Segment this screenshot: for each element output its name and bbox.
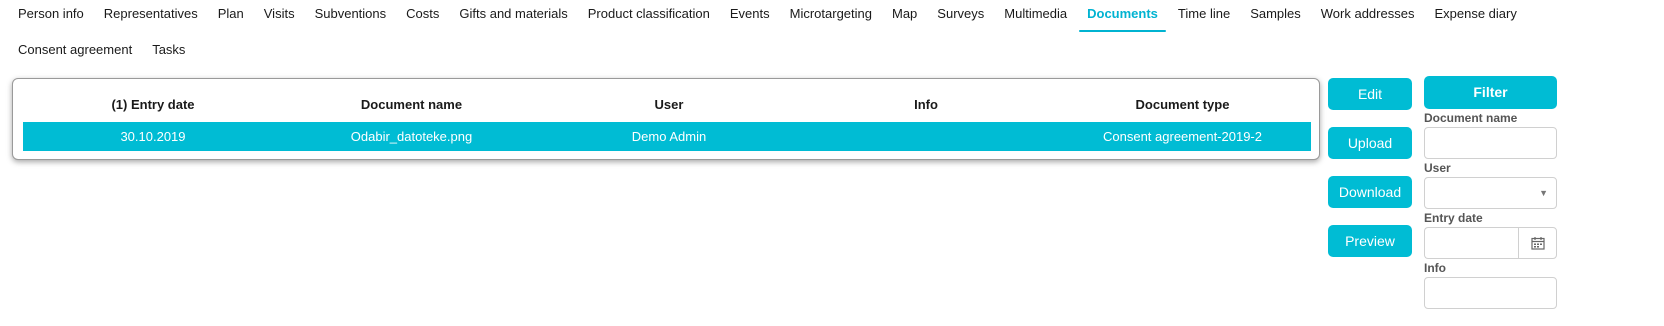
- calendar-icon[interactable]: [1518, 227, 1557, 259]
- info-label: Info: [1424, 261, 1446, 275]
- filter-button[interactable]: Filter: [1424, 76, 1557, 109]
- column-header-document-type[interactable]: Document type: [1054, 91, 1311, 119]
- upload-button[interactable]: Upload: [1328, 127, 1412, 159]
- tab-documents[interactable]: Documents: [1077, 0, 1168, 32]
- tab-work-addresses[interactable]: Work addresses: [1311, 0, 1425, 26]
- table-row[interactable]: 30.10.2019 Odabir_datoteke.png Demo Admi…: [23, 122, 1311, 151]
- tab-events[interactable]: Events: [720, 0, 780, 26]
- tab-row-2: Consent agreement Tasks: [8, 36, 1658, 72]
- document-name-label: Document name: [1424, 111, 1518, 125]
- tab-gifts-and-materials[interactable]: Gifts and materials: [449, 0, 577, 26]
- column-header-info[interactable]: Info: [798, 91, 1054, 119]
- tab-map[interactable]: Map: [882, 0, 927, 26]
- table-header: (1) Entry date Document name User Info D…: [23, 91, 1311, 119]
- tab-person-info[interactable]: Person info: [8, 0, 94, 26]
- chevron-down-icon: ▼: [1539, 188, 1548, 198]
- entry-date-field: [1424, 227, 1557, 259]
- tab-tasks[interactable]: Tasks: [142, 36, 195, 62]
- document-name-input[interactable]: [1424, 127, 1557, 159]
- entry-date-input[interactable]: [1424, 227, 1518, 259]
- tab-representatives[interactable]: Representatives: [94, 0, 208, 26]
- tab-costs[interactable]: Costs: [396, 0, 449, 26]
- tab-consent-agreement[interactable]: Consent agreement: [8, 36, 142, 62]
- cell-entry-date: 30.10.2019: [120, 129, 186, 144]
- tab-surveys[interactable]: Surveys: [927, 0, 994, 26]
- tab-visits[interactable]: Visits: [254, 0, 305, 26]
- tab-microtargeting[interactable]: Microtargeting: [780, 0, 882, 26]
- entry-date-label: Entry date: [1424, 211, 1483, 225]
- user-select[interactable]: ▼: [1424, 177, 1557, 209]
- edit-button[interactable]: Edit: [1328, 78, 1412, 110]
- tab-bar: Person info Representatives Plan Visits …: [8, 0, 1658, 72]
- cell-info: [798, 122, 1054, 151]
- cell-document-type: Consent agreement-2019-2: [1103, 129, 1262, 144]
- tab-product-classification[interactable]: Product classification: [578, 0, 720, 26]
- documents-table: (1) Entry date Document name User Info D…: [12, 78, 1320, 160]
- tab-samples[interactable]: Samples: [1240, 0, 1311, 26]
- filter-panel: Filter Document name User ▼ Entry date I…: [1424, 76, 1558, 309]
- column-header-entry-date[interactable]: (1) Entry date: [23, 91, 283, 119]
- tab-multimedia[interactable]: Multimedia: [994, 0, 1077, 26]
- cell-document-name: Odabir_datoteke.png: [350, 129, 473, 144]
- tab-time-line[interactable]: Time line: [1168, 0, 1240, 26]
- tab-plan[interactable]: Plan: [208, 0, 254, 26]
- download-button[interactable]: Download: [1328, 176, 1412, 208]
- column-header-user[interactable]: User: [540, 91, 798, 119]
- cell-user: Demo Admin: [631, 129, 707, 144]
- info-input[interactable]: [1424, 277, 1557, 309]
- user-label: User: [1424, 161, 1451, 175]
- preview-button[interactable]: Preview: [1328, 225, 1412, 257]
- tab-row-1: Person info Representatives Plan Visits …: [8, 0, 1658, 36]
- tab-subventions[interactable]: Subventions: [305, 0, 397, 26]
- column-header-document-name[interactable]: Document name: [283, 91, 540, 119]
- tab-expense-diary[interactable]: Expense diary: [1424, 0, 1526, 26]
